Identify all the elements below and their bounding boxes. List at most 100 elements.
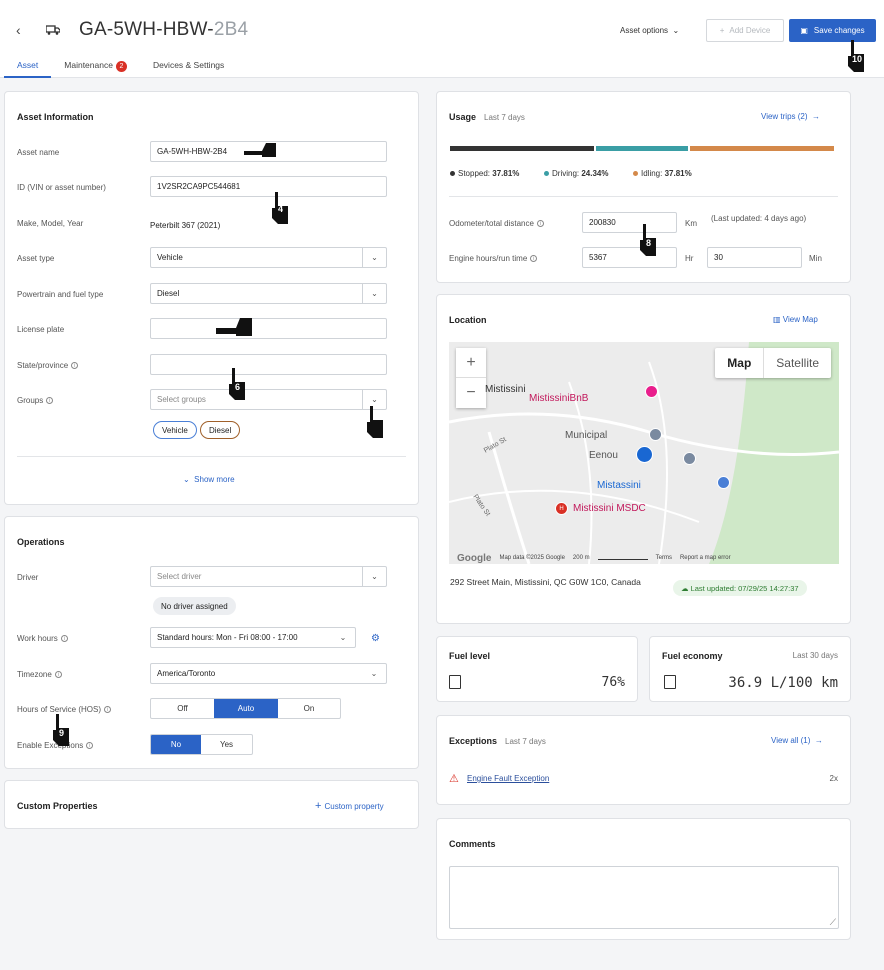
map-label-msdc: Mistissini MSDC	[573, 503, 646, 514]
settings-gear-icon[interactable]: ⚙	[371, 633, 380, 644]
map-label-bnb: MistissiniBnB	[529, 393, 589, 404]
hos-toggle: Off Auto On	[150, 698, 341, 719]
chevron-down-icon: ⌄	[362, 248, 386, 267]
add-custom-property-button[interactable]: + Custom property	[315, 800, 384, 812]
asset-information-title: Asset Information	[17, 112, 94, 122]
odometer-input[interactable]: 200830	[582, 212, 677, 233]
exceptions-yes-option[interactable]: Yes	[201, 735, 252, 754]
legend-driving: Driving: 24.34%	[544, 169, 608, 178]
exception-item-link[interactable]: Engine Fault Exception	[467, 774, 549, 783]
hand-cursor-8: 8	[634, 222, 662, 258]
top-bar: ‹ GA-5WH-HBW-2B4 Asset options ⌄ + Add De…	[0, 0, 884, 78]
group-chip-vehicle[interactable]: Vehicle	[153, 421, 197, 439]
fuel-economy-title: Fuel economy	[662, 651, 723, 661]
hos-off-option[interactable]: Off	[151, 699, 214, 718]
driver-label: Driver	[17, 573, 39, 582]
info-icon: i	[60, 635, 68, 643]
odometer-last-updated: (Last updated: 4 days ago)	[711, 214, 807, 223]
save-icon: ▣	[800, 26, 808, 35]
engine-hours-input[interactable]: 5367	[582, 247, 677, 268]
comments-textarea[interactable]: ⟋	[449, 866, 839, 929]
zoom-in-button[interactable]: +	[456, 348, 486, 378]
powertrain-label: Powertrain and fuel type	[17, 290, 104, 299]
hos-auto-option[interactable]: Auto	[214, 699, 278, 718]
poi-pin	[717, 476, 730, 489]
fuel-economy-period: Last 30 days	[792, 651, 838, 660]
make-model-value: Peterbilt 367 (2021)	[150, 221, 221, 230]
truck-icon	[46, 25, 60, 35]
add-device-button[interactable]: + Add Device	[706, 19, 784, 42]
map-label-mistissini: Mistissini	[485, 384, 526, 395]
groups-select[interactable]: Select groups ⌄	[150, 389, 387, 410]
odometer-unit: Km	[685, 219, 697, 228]
asset-options-dropdown[interactable]: Asset options ⌄	[620, 26, 679, 35]
asset-name-label: Asset name	[17, 148, 60, 157]
engine-minutes-input[interactable]: 30	[707, 247, 802, 268]
usage-title: Usage Last 7 days	[449, 112, 525, 122]
license-plate-input[interactable]	[150, 318, 387, 339]
map-type-satellite[interactable]: Satellite	[764, 348, 831, 378]
back-arrow-icon[interactable]: ‹	[16, 22, 21, 38]
groups-label: Groups i	[17, 396, 54, 405]
exceptions-card: Exceptions Last 7 days View all (1) → ⚠ E…	[436, 715, 851, 805]
usage-bar-driving	[596, 146, 688, 151]
poi-pin	[649, 428, 662, 441]
work-hours-label: Work hours i	[17, 634, 68, 643]
report-map-error-link[interactable]: Report a map error	[680, 555, 731, 561]
zoom-out-button[interactable]: −	[456, 378, 486, 408]
info-icon: i	[71, 362, 79, 370]
map-terms-link[interactable]: Terms	[656, 555, 672, 561]
info-icon: i	[104, 706, 112, 714]
poi-pin	[683, 452, 696, 465]
resize-handle-icon[interactable]: ⟋	[830, 917, 836, 928]
asset-type-label: Asset type	[17, 254, 55, 263]
timezone-select[interactable]: America/Toronto ⌄	[150, 663, 387, 684]
make-model-label: Make, Model, Year	[17, 219, 84, 228]
google-logo: Google	[457, 552, 492, 564]
map-icon: ▥	[773, 315, 783, 324]
hos-on-option[interactable]: On	[278, 699, 340, 718]
info-icon: i	[536, 220, 544, 228]
engine-hours-unit: Hr	[685, 254, 694, 263]
hand-cursor-4: 4	[266, 190, 294, 226]
exceptions-title: Exceptions Last 7 days	[449, 736, 546, 746]
map-label-mistassini: Mistassini	[597, 480, 641, 491]
show-more-link[interactable]: ⌄ Show more	[183, 475, 235, 484]
engine-hours-label: Engine hours/run time i	[449, 254, 538, 263]
custom-properties-card: Custom Properties + Custom property	[4, 780, 419, 829]
group-chip-diesel[interactable]: Diesel	[200, 421, 241, 439]
work-hours-select[interactable]: Standard hours: Mon - Fri 08:00 - 17:00 ⌄	[150, 627, 356, 648]
asset-location-pin[interactable]	[636, 446, 653, 463]
comments-title: Comments	[449, 839, 496, 849]
chevron-down-icon: ⌄	[370, 669, 378, 678]
divider	[17, 456, 406, 457]
view-all-exceptions-link[interactable]: View all (1) →	[771, 736, 823, 745]
legend-idling: Idling: 37.81%	[633, 169, 692, 178]
legend-stopped: Stopped: 37.81%	[450, 169, 519, 178]
fuel-level-title: Fuel level	[449, 651, 491, 661]
view-map-link[interactable]: ▥ View Map	[773, 315, 818, 324]
location-map[interactable]: + − Map Satellite Mistissini MistissiniB…	[449, 342, 839, 564]
view-trips-link[interactable]: View trips (2) →	[761, 112, 820, 121]
chevron-down-icon: ⌄	[362, 567, 386, 586]
cloud-check-icon: ☁	[681, 583, 691, 593]
fuel-economy-card: Fuel economy Last 30 days 36.9 L/100 km	[649, 636, 851, 702]
hand-pointer-icon	[244, 143, 276, 157]
driver-select[interactable]: Select driver ⌄	[150, 566, 387, 587]
tab-devices-settings[interactable]: Devices & Settings	[140, 56, 237, 78]
map-type-map[interactable]: Map	[715, 348, 765, 378]
hand-cursor-9: 9	[47, 712, 75, 748]
chevron-down-icon: ⌄	[339, 633, 347, 642]
info-icon: i	[86, 742, 94, 750]
tab-maintenance[interactable]: Maintenance 2	[51, 56, 140, 78]
state-province-input[interactable]	[150, 354, 387, 375]
address-text: 292 Street Main, Mistissini, QC G0W 1C0,…	[450, 577, 641, 587]
exceptions-no-option[interactable]: No	[151, 735, 201, 754]
enable-exceptions-toggle: No Yes	[150, 734, 253, 755]
operations-title: Operations	[17, 537, 65, 547]
license-plate-label: License plate	[17, 325, 65, 334]
asset-type-select[interactable]: Vehicle ⌄	[150, 247, 387, 268]
state-province-label: State/province i	[17, 361, 79, 370]
powertrain-select[interactable]: Diesel ⌄	[150, 283, 387, 304]
tab-asset[interactable]: Asset	[4, 56, 52, 78]
